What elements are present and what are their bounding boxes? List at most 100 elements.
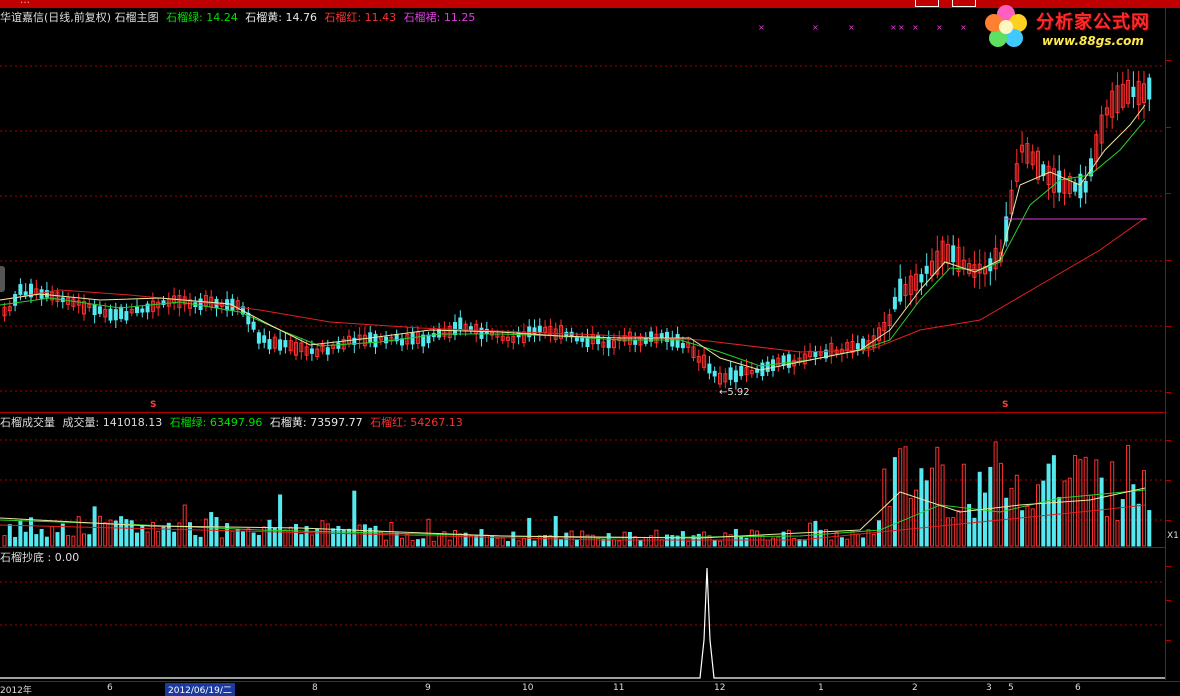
volume-bar — [453, 529, 457, 547]
volume-bar — [421, 538, 426, 547]
volume-bar — [1078, 459, 1083, 547]
volume-bar — [378, 531, 383, 547]
volume-bar — [1120, 499, 1125, 547]
volume-bar — [474, 535, 479, 547]
volume-bar — [7, 524, 12, 547]
volume-bar — [924, 480, 929, 547]
candle-body — [924, 265, 929, 274]
volume-bar — [288, 526, 293, 547]
volume-bar — [845, 538, 850, 547]
signal-x-mark: × — [812, 23, 819, 32]
volume-bar — [495, 537, 500, 547]
scale-tick — [1166, 520, 1171, 521]
volume-bar — [988, 466, 993, 547]
candle-body — [13, 293, 18, 306]
logo-name: 分析家公式网 — [1036, 12, 1150, 33]
volume-bar — [156, 530, 161, 547]
candle-body — [140, 308, 145, 313]
candle-body — [97, 306, 102, 314]
volume-bar — [829, 539, 834, 547]
volume-bar — [1115, 520, 1120, 547]
candle-body — [739, 365, 744, 377]
volume-bar — [961, 463, 966, 547]
volume-bar — [861, 537, 866, 547]
scale-tick — [1166, 600, 1171, 601]
volume-bar — [60, 523, 65, 547]
volume-bar — [802, 540, 807, 547]
candle-body — [951, 245, 956, 263]
volume-bar — [850, 531, 855, 547]
logo-url: www.88gs.com — [1042, 34, 1144, 48]
candle-body — [384, 336, 389, 344]
volume-bar — [44, 536, 49, 547]
volume-bar — [92, 506, 97, 547]
volume-bar — [516, 540, 521, 547]
volume-bar — [903, 446, 908, 547]
volume-bar — [1136, 503, 1141, 547]
volume-bar — [193, 534, 198, 547]
volume-bar — [1030, 508, 1035, 547]
volume-bar — [574, 539, 579, 547]
volume-bar — [39, 528, 44, 547]
volume-bar — [797, 539, 802, 547]
signal-x-mark: × — [758, 23, 765, 32]
volume-bar — [1131, 484, 1136, 547]
volume-bar — [686, 540, 691, 547]
volume-bar — [66, 535, 71, 547]
volume-bar — [898, 448, 903, 547]
volume-bar — [1110, 461, 1115, 547]
volume-bar — [1041, 480, 1046, 547]
volume-bar — [834, 531, 839, 547]
candle-body — [198, 298, 203, 310]
volume-bar — [55, 532, 60, 547]
candle-body — [309, 348, 314, 354]
volume-bar — [866, 529, 871, 547]
site-logo: 分析家公式网 www.88gs.com — [978, 0, 1178, 56]
volume-bar — [304, 526, 309, 547]
candle-body — [1147, 77, 1152, 100]
volume-bar — [18, 520, 23, 547]
volume-bar — [998, 462, 1003, 547]
volume-bar — [506, 541, 510, 547]
candle-body — [262, 335, 267, 343]
volume-bar — [521, 538, 526, 547]
volume-bar — [659, 539, 664, 547]
volume-bar — [219, 537, 224, 547]
flower-logo-icon — [985, 5, 1027, 47]
candle-body — [537, 325, 542, 333]
volume-bar — [362, 524, 367, 547]
volume-bar — [760, 535, 765, 547]
time-axis[interactable]: 2012年 6 2012/06/19/二 8 9 10 11 12 1 2 3 5 6 — [0, 681, 1180, 696]
volume-bar — [1057, 496, 1062, 547]
signal-x-mark: × — [936, 23, 943, 32]
volume-bar — [230, 530, 235, 547]
volume-bar — [113, 520, 118, 547]
volume-bar — [203, 518, 208, 547]
scale-tick — [1166, 60, 1171, 61]
volume-bar — [553, 516, 558, 547]
signal-x-mark: × — [848, 23, 855, 32]
volume-bar — [209, 512, 214, 547]
signal-x-mark: × — [912, 23, 919, 32]
volume-bar — [235, 529, 240, 547]
volume-bar — [1009, 487, 1014, 547]
volume-bar — [1142, 470, 1146, 547]
volume-bar — [871, 533, 876, 547]
time-axis-label: 2012年 — [0, 686, 32, 696]
volume-bar — [718, 540, 722, 547]
volume-bar — [145, 531, 150, 547]
volume-bar — [908, 497, 913, 547]
right-scale[interactable] — [1165, 8, 1180, 680]
volume-bar — [135, 532, 139, 547]
candle-body — [400, 338, 404, 346]
volume-bar — [776, 536, 781, 547]
ma-line-yellow — [0, 104, 1146, 371]
volume-bar — [82, 533, 86, 547]
volume-bar — [29, 517, 33, 547]
candle-body — [18, 284, 23, 295]
candle-body — [892, 296, 897, 310]
volume-bar — [214, 517, 219, 547]
candle-body — [283, 340, 288, 348]
volume-bar — [786, 529, 791, 547]
volume-bar — [617, 540, 622, 547]
